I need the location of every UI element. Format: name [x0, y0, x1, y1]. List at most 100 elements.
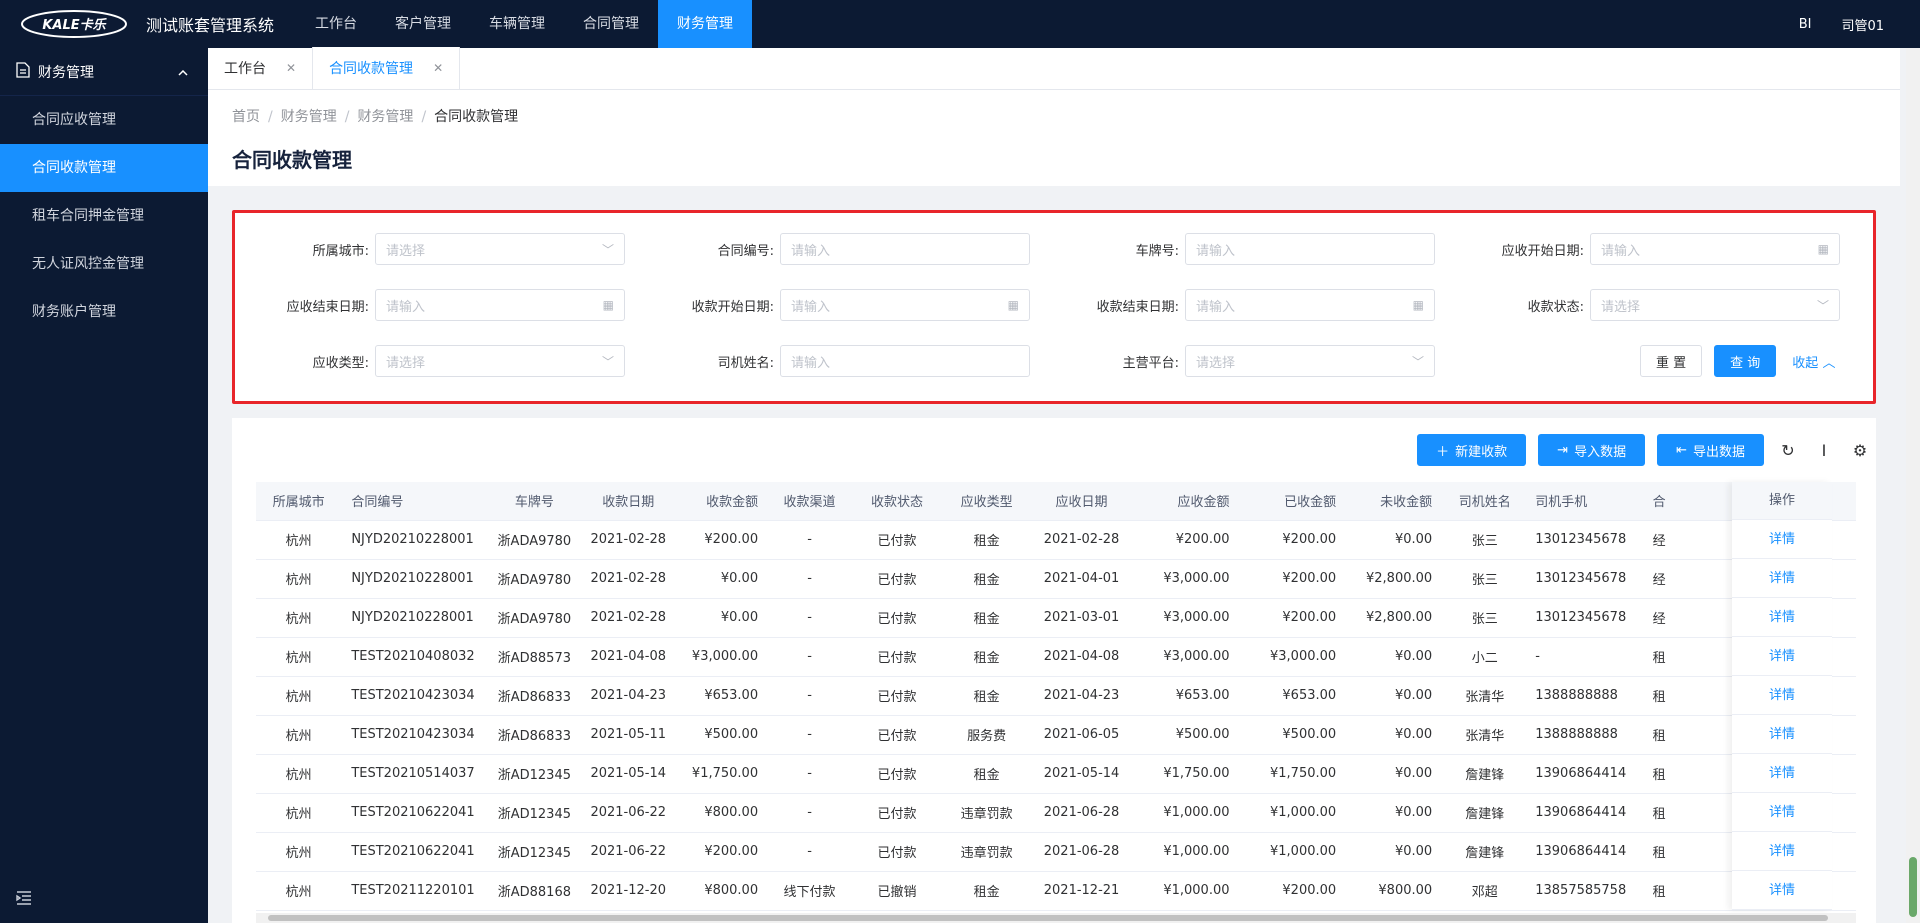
nav-vehicle[interactable]: 车辆管理 [470, 0, 564, 48]
table-cell: 杭州 [256, 676, 342, 716]
table-cell: NJYD20210228001 [341, 520, 489, 560]
detail-link[interactable]: 详情 [1732, 832, 1832, 871]
table-cell: 浙AD12345 [488, 754, 581, 794]
table-cell: - [1525, 637, 1643, 677]
nav-contract[interactable]: 合同管理 [564, 0, 658, 48]
table-cell: 詹建锋 [1444, 793, 1526, 833]
export-data-button[interactable]: ⇤ 导出数据 [1657, 434, 1764, 466]
table-cell: ¥1,000.00 [1134, 793, 1242, 833]
sidebar-item-collection[interactable]: 合同收款管理 [0, 144, 208, 192]
tab-workbench[interactable]: 工作台 ✕ [208, 47, 314, 89]
table-cell: ¥200.00 [1134, 520, 1242, 560]
detail-link[interactable]: 详情 [1732, 520, 1832, 559]
table-cell: 詹建锋 [1444, 832, 1526, 872]
table-cell: 已付款 [849, 637, 946, 677]
detail-link[interactable]: 详情 [1732, 871, 1832, 910]
table-cell: TEST20210622041 [341, 832, 489, 872]
reset-button[interactable]: 重 置 [1640, 345, 1703, 377]
collection-table: 所属城市 合同编号 车牌号 收款日期 收款金额 收款渠道 收款状态 应收类型 应收日期 应收金额已… [256, 482, 1856, 911]
horizontal-scrollbar[interactable] [256, 913, 1856, 923]
close-icon[interactable]: ✕ [286, 61, 296, 75]
table-cell: - [770, 637, 850, 677]
table-cell: TEST20211220101 [341, 871, 489, 911]
detail-link[interactable]: 详情 [1732, 637, 1832, 676]
detail-link[interactable]: 详情 [1732, 754, 1832, 793]
chevron-down-icon: ﹀ [601, 242, 614, 257]
sidebar-item-risk-fund[interactable]: 无人证风控金管理 [0, 240, 208, 288]
table-cell: 已付款 [849, 559, 946, 599]
breadcrumb-home[interactable]: 首页 [232, 109, 260, 125]
chevron-down-icon: ﹀ [1816, 298, 1829, 313]
receivable-end-date[interactable]: 请输入 ▦ [375, 289, 625, 321]
contract-no-input[interactable]: 请输入 [780, 233, 1030, 265]
table-cell: 13906864414 [1525, 754, 1643, 794]
close-icon[interactable]: ✕ [433, 61, 443, 75]
table-cell: ¥2,800.00 [1348, 559, 1445, 599]
receivable-start-date[interactable]: 请输入 ▦ [1590, 233, 1840, 265]
logo-text: KALE卡乐 [42, 17, 107, 33]
refresh-icon[interactable]: ↻ [1776, 441, 1800, 460]
collect-status-select[interactable]: 请选择 ﹀ [1590, 289, 1840, 321]
table-cell: 租金 [945, 559, 1029, 599]
menu-fold-icon[interactable] [16, 891, 32, 909]
table-cell: 杭州 [256, 520, 342, 560]
plate-input[interactable]: 请输入 [1185, 233, 1435, 265]
city-select[interactable]: 请选择 ﹀ [375, 233, 625, 265]
bi-link[interactable]: BI [1799, 17, 1812, 32]
collect-end-date[interactable]: 请输入 ▦ [1185, 289, 1435, 321]
tab-collection[interactable]: 合同收款管理 ✕ [313, 47, 461, 89]
kale-logo[interactable]: KALE卡乐 [20, 9, 128, 39]
operation-column: 操作 详情 详情 详情 详情 详情 详情 详情 详情 详情 详情 [1732, 482, 1832, 910]
receivable-type-select[interactable]: 请选择 ﹀ [375, 345, 625, 377]
collect-start-date[interactable]: 请输入 ▦ [780, 289, 1030, 321]
detail-link[interactable]: 详情 [1732, 598, 1832, 637]
column-height-icon[interactable]: Ι [1812, 441, 1836, 460]
detail-link[interactable]: 详情 [1732, 715, 1832, 754]
detail-link[interactable]: 详情 [1732, 559, 1832, 598]
nav-workbench[interactable]: 工作台 [296, 0, 376, 48]
table-cell: ¥1,750.00 [676, 754, 771, 794]
filter-collect-start: 收款开始日期: 请输入 ▦ [640, 289, 1030, 321]
query-button[interactable]: 查 询 [1714, 345, 1777, 377]
sidebar-group-finance[interactable]: 财务管理 [0, 48, 208, 96]
table-cell: 已付款 [849, 676, 946, 716]
collapse-link[interactable]: 收起 ︿ [1792, 352, 1835, 371]
sidebar-item-accounts[interactable]: 财务账户管理 [0, 288, 208, 336]
detail-link[interactable]: 详情 [1732, 676, 1832, 715]
table-cell: 杭州 [256, 598, 342, 638]
table-cell: - [770, 520, 850, 560]
table-cell: 2021-05-14 [580, 754, 677, 794]
nav-finance[interactable]: 财务管理 [658, 0, 753, 48]
table-cell: 邓超 [1444, 871, 1526, 911]
table-cell: ¥653.00 [1134, 676, 1242, 716]
breadcrumb-finance-2[interactable]: 财务管理 [357, 109, 413, 125]
import-data-button[interactable]: ⇥ 导入数据 [1538, 434, 1646, 466]
breadcrumb-finance[interactable]: 财务管理 [281, 109, 337, 125]
table-cell: 张三 [1444, 520, 1526, 560]
detail-link[interactable]: 详情 [1732, 793, 1832, 832]
table-cell: 已付款 [849, 715, 946, 755]
filter-receivable-start: 应收开始日期: 请输入 ▦ [1450, 233, 1840, 265]
table-cell: - [770, 793, 850, 833]
column-header: 所属城市 [256, 482, 342, 521]
table-cell: 13857585758 [1525, 871, 1643, 911]
page-title: 合同收款管理 [232, 148, 352, 172]
sidebar-item-receivable[interactable]: 合同应收管理 [0, 96, 208, 144]
nav-customer[interactable]: 客户管理 [376, 0, 470, 48]
driver-name-input[interactable]: 请输入 [780, 345, 1030, 377]
column-header: 应收类型 [945, 482, 1029, 521]
table-cell: 杭州 [256, 793, 342, 833]
table-cell: 线下付款 [770, 871, 850, 911]
table-cell: TEST20210423034 [341, 715, 489, 755]
user-menu[interactable]: 司管01 [1841, 15, 1884, 34]
table-cell: ¥1,000.00 [1241, 793, 1349, 833]
platform-select[interactable]: 请选择 ﹀ [1185, 345, 1435, 377]
table-cell: ¥200.00 [1241, 559, 1349, 599]
sidebar-item-deposit[interactable]: 租车合同押金管理 [0, 192, 208, 240]
filter-label: 主营平台: [1122, 355, 1179, 371]
vertical-scrollbar[interactable] [1906, 48, 1920, 923]
settings-icon[interactable]: ⚙ [1848, 441, 1872, 460]
table-cell: 租金 [945, 520, 1029, 560]
new-collection-button[interactable]: ＋新建收款 [1417, 434, 1527, 466]
table-cell: 2021-02-28 [580, 520, 677, 560]
